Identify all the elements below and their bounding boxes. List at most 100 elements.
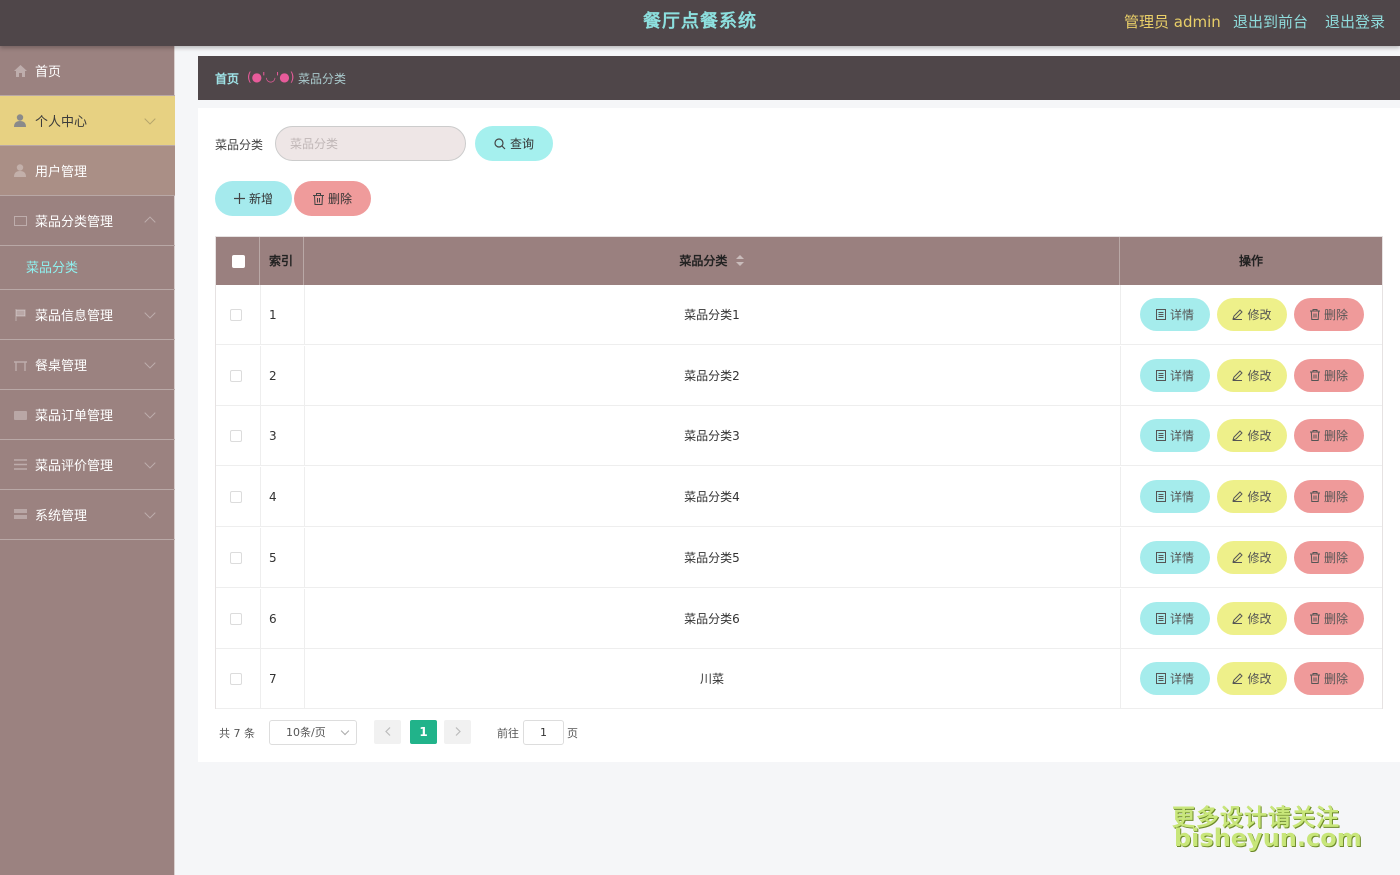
sidebar-item-user-management[interactable]: 用户管理 [0,146,175,196]
table-header: 索引 菜品分类 操作 [216,237,1382,285]
edit-button-label: 修改 [1247,672,1272,687]
admin-user-label: 管理员 admin [1124,13,1221,31]
delete-button[interactable]: 删除 [1294,480,1364,514]
edit-button[interactable]: 修改 [1217,662,1287,696]
edit-button-label: 修改 [1247,611,1272,626]
detail-button[interactable]: 详情 [1140,358,1210,392]
detail-button-label: 详情 [1169,490,1194,505]
sidebar-item-home[interactable]: 首页 [0,46,175,96]
row-checkbox[interactable] [230,369,242,382]
trash-icon [1309,491,1320,503]
detail-button[interactable]: 详情 [1140,298,1210,331]
row-category: 菜品分类5 [684,550,740,565]
table-row: 1 菜品分类1 详情 修改 删除 [216,285,1382,345]
edit-button-label: 修改 [1247,368,1272,383]
goto-page-input[interactable] [523,720,564,745]
edit-button[interactable]: 修改 [1217,601,1287,635]
detail-button[interactable]: 详情 [1140,601,1210,635]
query-button-label: 查询 [509,137,534,151]
row-checkbox[interactable] [230,612,242,625]
delete-button[interactable]: 删除 [1294,662,1364,696]
sidebar-item-category-management[interactable]: 菜品分类管理 [0,196,175,246]
plus-icon [233,193,245,204]
column-divider [260,527,261,588]
row-category: 菜品分类4 [684,490,740,505]
flag-icon [13,308,27,322]
detail-button[interactable]: 详情 [1140,540,1210,574]
column-divider [1120,467,1121,528]
chevron-right-icon [455,725,461,739]
query-button[interactable]: 查询 [475,126,553,161]
add-button[interactable]: 新增 [215,181,292,216]
edit-button[interactable]: 修改 [1217,540,1287,574]
row-checkbox[interactable] [230,551,242,564]
edit-button-label: 修改 [1247,429,1272,444]
document-icon [1155,491,1166,503]
detail-button[interactable]: 详情 [1140,662,1210,696]
edit-icon [1232,491,1244,503]
table-row: 5 菜品分类5 详情 修改 删除 [216,527,1382,588]
select-all-cell [216,237,260,285]
row-checkbox[interactable] [230,430,242,443]
edit-button[interactable]: 修改 [1217,480,1287,514]
detail-button[interactable]: 详情 [1140,419,1210,453]
edit-icon [1232,430,1244,442]
edit-button[interactable]: 修改 [1217,298,1287,331]
next-page-button[interactable] [444,720,471,744]
sidebar-item-dish-info-management[interactable]: 菜品信息管理 [0,290,175,340]
header-category-label: 菜品分类 [679,254,728,268]
delete-button[interactable]: 删除 [1294,601,1364,635]
chevron-left-icon [384,725,391,739]
row-checkbox[interactable] [230,491,242,504]
detail-button-label: 详情 [1169,550,1194,565]
document-icon [1155,673,1166,685]
delete-button-label: 删除 [1323,490,1348,505]
delete-button[interactable]: 删除 [1294,298,1364,331]
sidebar-item-label: 系统管理 [35,509,88,524]
sidebar-subitem-category[interactable]: 菜品分类 [0,244,175,290]
sidebar-item-system-management[interactable]: 系统管理 [0,490,175,540]
logout-link[interactable]: 退出登录 [1325,11,1385,32]
sidebar-item-review-management[interactable]: 菜品评价管理 [0,440,175,490]
prev-page-button[interactable] [374,720,401,744]
detail-button[interactable]: 详情 [1140,480,1210,514]
delete-button[interactable]: 删除 [1294,358,1364,392]
chevron-down-icon [144,113,156,125]
document-icon [1155,369,1166,381]
row-category: 菜品分类3 [684,429,740,444]
column-divider [1120,406,1121,467]
exit-to-frontend-link[interactable]: 退出到前台 [1233,11,1308,32]
delete-button[interactable]: 删除 [1294,540,1364,574]
trash-icon [1309,673,1320,685]
select-all-checkbox[interactable] [232,255,245,268]
sidebar-item-personal-center[interactable]: 个人中心 [0,96,175,146]
table-icon [13,358,27,372]
user-icon [13,114,27,128]
sort-icon[interactable] [735,238,744,286]
delete-button-label: 删除 [1323,429,1348,444]
batch-delete-button[interactable]: 删除 [294,181,371,216]
category-table: 索引 菜品分类 操作 1 菜品分类1 详情 修改 删除 2 菜品分类2 详情 修改 删除 3 菜品分类… [215,236,1383,710]
row-checkbox[interactable] [230,673,242,686]
detail-button-label: 详情 [1169,308,1194,322]
page-size-select[interactable]: 10条/页 [269,720,357,745]
top-bar: 餐厅点餐系统 管理员 admin 退出到前台 退出登录 [0,0,1400,46]
edit-button[interactable]: 修改 [1217,419,1287,453]
edit-button[interactable]: 修改 [1217,358,1287,392]
delete-button[interactable]: 删除 [1294,419,1364,453]
page-number-current[interactable]: 1 [410,720,437,744]
header-category[interactable]: 菜品分类 [304,237,1120,285]
trash-icon [1309,430,1320,442]
breadcrumb-home-link[interactable]: 首页 [215,70,239,87]
trash-icon [312,192,324,205]
search-input[interactable] [275,126,466,161]
search-label: 菜品分类 [215,138,264,152]
edit-button-label: 修改 [1247,550,1272,565]
row-checkbox[interactable] [230,309,242,321]
sidebar-item-order-management[interactable]: 菜品订单管理 [0,390,175,440]
sidebar-item-table-management[interactable]: 餐桌管理 [0,340,175,390]
sidebar-item-label: 餐桌管理 [35,359,88,374]
table-row: 7 川菜 详情 修改 删除 [216,649,1382,710]
detail-button-label: 详情 [1169,368,1194,383]
chevron-down-icon [144,407,156,419]
